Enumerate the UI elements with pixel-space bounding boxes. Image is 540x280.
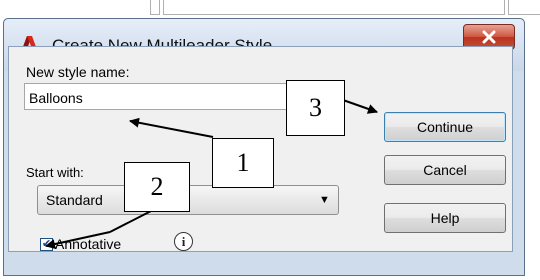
callout-1: 1 xyxy=(212,138,274,188)
start-with-label: Start with: xyxy=(26,165,84,180)
callout-3: 3 xyxy=(286,80,345,136)
annotative-label: Annotative xyxy=(55,236,122,252)
background-cell xyxy=(508,0,540,15)
cancel-button[interactable]: Cancel xyxy=(384,155,506,185)
info-icon[interactable]: i xyxy=(174,232,193,251)
close-x-icon xyxy=(482,30,496,44)
start-with-selected-value: Standard xyxy=(46,192,103,208)
new-style-name-label: New style name: xyxy=(26,64,130,80)
continue-button[interactable]: Continue xyxy=(384,112,506,142)
annotative-checkbox[interactable]: ✔ xyxy=(40,238,53,251)
new-style-name-input[interactable] xyxy=(24,83,314,110)
checkmark-icon: ✔ xyxy=(41,238,52,250)
chevron-down-icon: ▼ xyxy=(319,194,330,206)
background-cell xyxy=(150,0,160,15)
callout-2: 2 xyxy=(124,162,190,212)
help-button[interactable]: Help xyxy=(384,203,506,233)
background-cell xyxy=(163,0,505,15)
